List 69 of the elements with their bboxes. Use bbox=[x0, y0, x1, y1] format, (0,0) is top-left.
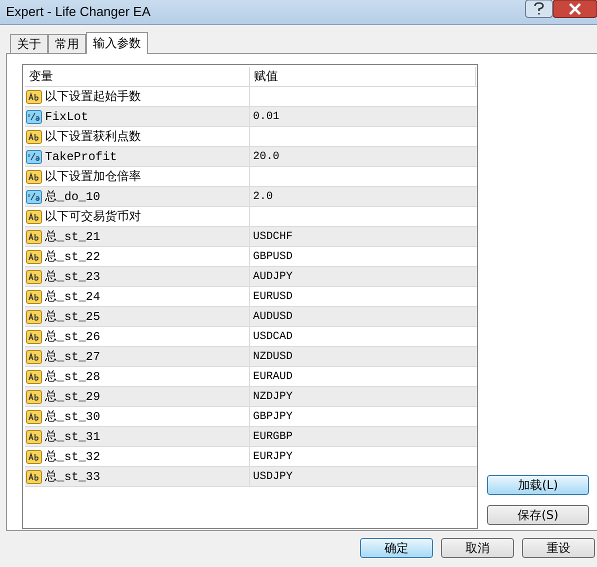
window-title: Expert - Life Changer EA bbox=[5, 3, 151, 19]
text-value-icon bbox=[26, 430, 42, 444]
table-cell[interactable]: USDCHF bbox=[250, 227, 476, 246]
text-value-icon bbox=[26, 330, 42, 344]
text-value-icon bbox=[26, 410, 42, 424]
parameter-name: 总_st_32 bbox=[45, 449, 100, 465]
text-value-icon bbox=[26, 210, 42, 224]
table-cell[interactable]: 0.01 bbox=[250, 107, 476, 126]
parameter-name: 总_st_30 bbox=[45, 409, 100, 425]
parameter-name: 总_st_21 bbox=[45, 229, 100, 245]
parameter-name: 以下设置起始手数 bbox=[45, 89, 141, 105]
text-value-icon bbox=[26, 370, 42, 384]
parameter-name: 总_st_31 bbox=[45, 429, 100, 445]
parameter-name: 总_st_26 bbox=[45, 329, 100, 345]
parameter-name: 总_st_24 bbox=[45, 289, 100, 305]
text-value-icon bbox=[26, 470, 42, 484]
table-cell[interactable]: GBPUSD bbox=[250, 247, 476, 266]
text-value-icon bbox=[26, 230, 42, 244]
number-value-icon bbox=[26, 150, 42, 164]
table-cell[interactable]: USDJPY bbox=[250, 467, 476, 486]
table-cell[interactable]: EURAUD bbox=[250, 367, 476, 386]
text-value-icon bbox=[26, 390, 42, 404]
parameter-name: 总_st_33 bbox=[45, 469, 100, 485]
table-cell[interactable]: NZDJPY bbox=[250, 387, 476, 406]
parameter-name: 以下可交易货币对 bbox=[45, 209, 141, 225]
table-cell[interactable]: USDCAD bbox=[250, 327, 476, 346]
parameter-name: 总_st_23 bbox=[45, 269, 100, 285]
side-button[interactable]: 加载(L) bbox=[487, 475, 589, 495]
parameter-name: 总_st_25 bbox=[45, 309, 100, 325]
tab[interactable]: 输入参数 bbox=[86, 32, 148, 54]
tab[interactable]: 关于 bbox=[10, 34, 48, 53]
table-cell[interactable]: AUDJPY bbox=[250, 267, 476, 286]
parameter-name: TakeProfit bbox=[45, 150, 118, 164]
text-value-icon bbox=[26, 90, 42, 104]
table-cell[interactable]: GBPJPY bbox=[250, 407, 476, 426]
parameter-name: 总_st_22 bbox=[45, 249, 100, 265]
table-cell[interactable]: 2.0 bbox=[250, 187, 476, 206]
table-cell[interactable]: 20.0 bbox=[250, 147, 476, 166]
parameter-name: 以下设置获利点数 bbox=[45, 129, 141, 145]
parameter-name: 总_do_10 bbox=[45, 189, 100, 205]
text-value-icon bbox=[26, 310, 42, 324]
dialog-button[interactable]: 取消 bbox=[441, 538, 514, 558]
column-header[interactable]: 赋值 bbox=[250, 67, 476, 86]
column-header[interactable]: 变量 bbox=[25, 67, 250, 86]
dialog-button[interactable]: 重设 bbox=[522, 538, 595, 558]
text-value-icon bbox=[26, 170, 42, 184]
number-value-icon bbox=[26, 190, 42, 204]
text-value-icon bbox=[26, 350, 42, 364]
table-cell[interactable]: EURGBP bbox=[250, 427, 476, 446]
table-cell[interactable]: NZDUSD bbox=[250, 347, 476, 366]
text-value-icon bbox=[26, 250, 42, 264]
text-value-icon bbox=[26, 130, 42, 144]
parameter-name: 以下设置加仓倍率 bbox=[45, 169, 141, 185]
tab[interactable]: 常用 bbox=[48, 34, 86, 53]
table-cell[interactable]: EURJPY bbox=[250, 447, 476, 466]
table-cell[interactable]: AUDUSD bbox=[250, 307, 476, 326]
help-icon[interactable] bbox=[525, 0, 553, 18]
number-value-icon bbox=[26, 110, 42, 124]
close-icon[interactable] bbox=[553, 0, 597, 18]
text-value-icon bbox=[26, 290, 42, 304]
parameter-name: 总_st_27 bbox=[45, 349, 100, 365]
parameter-name: 总_st_29 bbox=[45, 389, 100, 405]
parameter-name: FixLot bbox=[45, 110, 88, 124]
table-cell[interactable]: EURUSD bbox=[250, 287, 476, 306]
side-button[interactable]: 保存(S) bbox=[487, 505, 589, 525]
text-value-icon bbox=[26, 450, 42, 464]
text-value-icon bbox=[26, 270, 42, 284]
dialog-button[interactable]: 确定 bbox=[360, 538, 433, 558]
parameter-name: 总_st_28 bbox=[45, 369, 100, 385]
